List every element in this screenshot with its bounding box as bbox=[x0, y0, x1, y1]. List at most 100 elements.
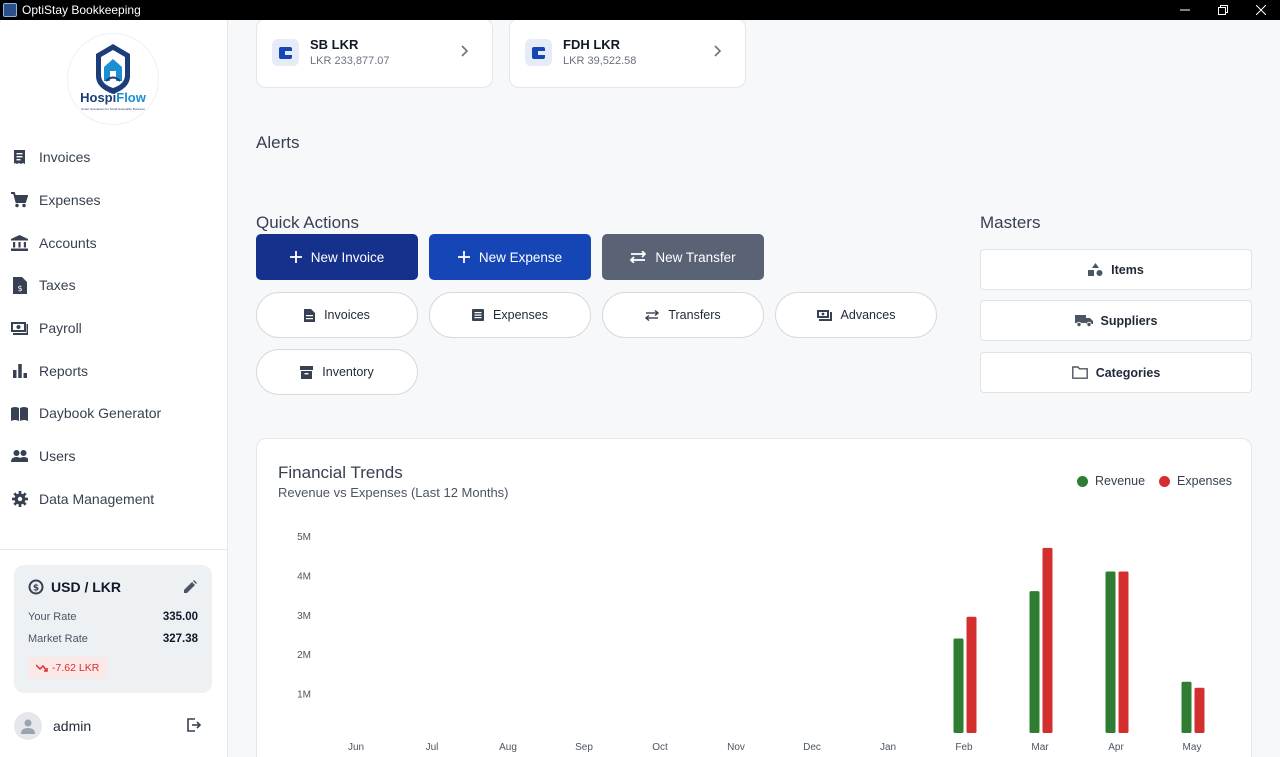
masters-suppliers-button[interactable]: Suppliers bbox=[980, 300, 1252, 341]
x-tick-label: Sep bbox=[575, 742, 593, 753]
inventory-button[interactable]: Inventory bbox=[256, 349, 418, 395]
button-label: New Transfer bbox=[655, 249, 736, 265]
bar-chart-icon bbox=[11, 362, 28, 379]
new-expense-button[interactable]: New Expense bbox=[429, 234, 591, 280]
financial-trends-card: Financial Trends Revenue vs Expenses (La… bbox=[256, 438, 1252, 757]
logout-icon bbox=[187, 718, 202, 732]
shapes-icon bbox=[1088, 263, 1103, 276]
rate-diff-value: -7.62 LKR bbox=[52, 662, 100, 674]
x-tick-label: Jul bbox=[426, 742, 439, 753]
masters-categories-button[interactable]: Categories bbox=[980, 352, 1252, 393]
logout-button[interactable] bbox=[186, 717, 202, 738]
x-tick-label: Mar bbox=[1031, 742, 1049, 753]
market-rate-label: Market Rate bbox=[28, 633, 88, 645]
payments-icon bbox=[816, 309, 832, 321]
account-card-fdh-lkr[interactable]: FDH LKR LKR 39,522.58 bbox=[509, 20, 746, 88]
close-button[interactable] bbox=[1242, 0, 1280, 20]
your-rate-row: Your Rate 335.00 bbox=[28, 611, 198, 623]
sidebar-item-label: Taxes bbox=[39, 277, 76, 294]
sidebar-item-expenses[interactable]: Expenses bbox=[0, 179, 228, 222]
bar-expenses-apr[interactable] bbox=[1118, 571, 1129, 733]
minimize-button[interactable] bbox=[1166, 0, 1204, 20]
bar-revenue-mar[interactable] bbox=[1029, 591, 1040, 733]
user-icon bbox=[21, 719, 35, 734]
list-icon bbox=[472, 309, 485, 321]
hospiflow-logo: HospiFlow Smart Operations for Small Hos… bbox=[68, 34, 158, 124]
x-tick-label: Jun bbox=[348, 742, 364, 753]
sidebar-item-data-management[interactable]: Data Management bbox=[0, 478, 228, 521]
button-label: Inventory bbox=[322, 365, 374, 379]
bar-expenses-feb[interactable] bbox=[966, 616, 977, 733]
bank-icon bbox=[11, 234, 28, 251]
x-tick-label: Jan bbox=[880, 742, 896, 753]
receipt-icon bbox=[11, 149, 28, 166]
sidebar-item-payroll[interactable]: Payroll bbox=[0, 307, 228, 350]
cart-icon bbox=[11, 192, 28, 209]
sidebar-item-accounts[interactable]: Accounts bbox=[0, 221, 228, 264]
bar-revenue-feb[interactable] bbox=[953, 638, 964, 733]
window-titlebar: OptiStay Bookkeeping bbox=[0, 0, 1280, 20]
sidebar-item-label: Data Management bbox=[39, 490, 155, 507]
masters-items-button[interactable]: Items bbox=[980, 249, 1252, 290]
sidebar-item-label: Expenses bbox=[39, 192, 101, 209]
bar-expenses-may[interactable] bbox=[1194, 687, 1205, 733]
x-tick-label: Apr bbox=[1108, 742, 1124, 753]
users-icon bbox=[11, 448, 28, 465]
user-name: admin bbox=[53, 718, 92, 734]
sidebar-item-reports[interactable]: Reports bbox=[0, 349, 228, 392]
sidebar-item-label: Invoices bbox=[39, 149, 91, 166]
sidebar-item-label: Payroll bbox=[39, 320, 82, 337]
x-tick-label: May bbox=[1183, 742, 1202, 753]
trending-down-icon bbox=[36, 664, 48, 672]
alerts-heading: Alerts bbox=[256, 133, 300, 152]
pencil-icon bbox=[184, 580, 197, 593]
sidebar-item-daybook-generator[interactable]: Daybook Generator bbox=[0, 392, 228, 435]
wallet-icon bbox=[525, 39, 552, 66]
x-tick-label: Oct bbox=[652, 742, 668, 753]
invoices-button[interactable]: Invoices bbox=[256, 292, 418, 338]
archive-icon bbox=[300, 365, 314, 379]
y-tick-label: 3M bbox=[297, 611, 311, 622]
advances-button[interactable]: Advances bbox=[775, 292, 937, 338]
button-label: New Invoice bbox=[310, 249, 385, 265]
window-title: OptiStay Bookkeeping bbox=[22, 3, 141, 17]
button-label: Categories bbox=[1095, 365, 1161, 380]
button-label: Items bbox=[1111, 262, 1144, 277]
market-rate-value: 327.38 bbox=[162, 633, 198, 645]
button-label: Suppliers bbox=[1100, 313, 1158, 328]
main-content: SB LKR LKR 233,877.07 FDH LKR LKR 39,522… bbox=[228, 20, 1280, 757]
restore-icon bbox=[1218, 5, 1228, 15]
bar-revenue-may[interactable] bbox=[1181, 681, 1192, 733]
chevron-right-icon bbox=[461, 44, 469, 62]
avatar bbox=[14, 712, 42, 740]
svg-text:$: $ bbox=[33, 584, 39, 594]
button-label: New Expense bbox=[478, 249, 563, 265]
new-invoice-button[interactable]: New Invoice bbox=[256, 234, 418, 280]
y-tick-label: 1M bbox=[297, 690, 311, 701]
account-balance: LKR 39,522.58 bbox=[563, 55, 637, 67]
sidebar-item-invoices[interactable]: Invoices bbox=[0, 136, 228, 179]
account-name: FDH LKR bbox=[563, 37, 621, 52]
document-icon bbox=[304, 308, 316, 322]
account-name: SB LKR bbox=[310, 37, 359, 52]
new-transfer-button[interactable]: New Transfer bbox=[602, 234, 764, 280]
x-tick-label: Feb bbox=[955, 742, 973, 753]
truck-icon bbox=[1074, 315, 1093, 327]
bar-expenses-mar[interactable] bbox=[1042, 547, 1053, 733]
bar-revenue-apr[interactable] bbox=[1105, 571, 1116, 733]
sidebar-item-label: Users bbox=[39, 448, 76, 465]
edit-rate-button[interactable] bbox=[184, 580, 197, 598]
button-label: Invoices bbox=[324, 308, 370, 322]
chart-plot: 1M 2M 3M 4M 5M Jun Jul Aug Sep Oct Nov Dec Jan Feb Mar… bbox=[297, 532, 1205, 753]
sidebar-item-users[interactable]: Users bbox=[0, 435, 228, 478]
svg-text:$: $ bbox=[17, 284, 22, 293]
transfers-button[interactable]: Transfers bbox=[602, 292, 764, 338]
expenses-button[interactable]: Expenses bbox=[429, 292, 591, 338]
sidebar-item-taxes[interactable]: $ Taxes bbox=[0, 264, 228, 307]
book-icon bbox=[11, 405, 28, 422]
y-tick-label: 5M bbox=[297, 532, 311, 543]
plus-icon bbox=[457, 251, 470, 263]
account-card-sb-lkr[interactable]: SB LKR LKR 233,877.07 bbox=[256, 20, 493, 88]
button-label: Expenses bbox=[493, 308, 548, 322]
restore-button[interactable] bbox=[1204, 0, 1242, 20]
